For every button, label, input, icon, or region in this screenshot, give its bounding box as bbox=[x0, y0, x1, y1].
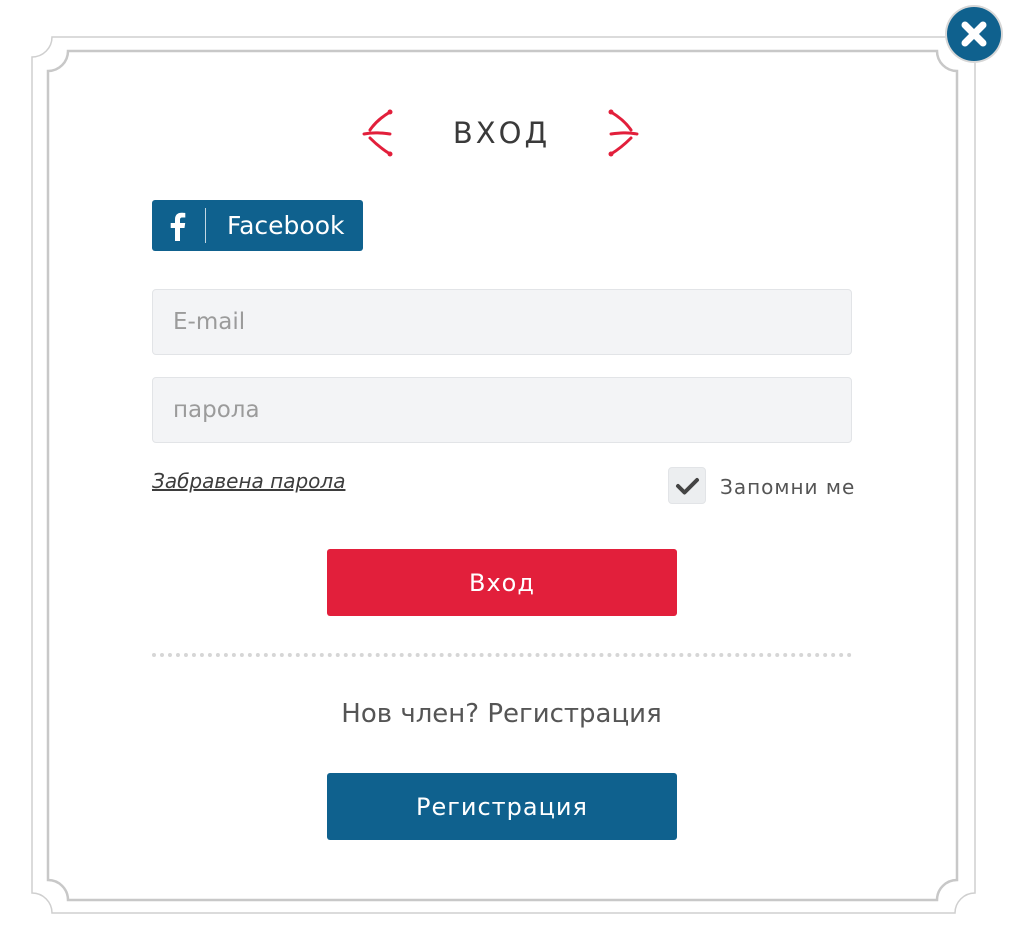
close-button[interactable] bbox=[947, 7, 1001, 61]
email-input[interactable] bbox=[152, 289, 852, 355]
new-member-prompt: Нов член? Регистрация bbox=[341, 699, 662, 729]
facebook-login-button[interactable]: Facebook bbox=[152, 200, 363, 251]
remember-me-label: Запомни ме bbox=[720, 475, 856, 499]
flourish-left-icon bbox=[362, 109, 393, 157]
facebook-label: Facebook bbox=[227, 211, 345, 240]
forgot-password-link[interactable]: Забравена парола bbox=[152, 469, 345, 493]
password-input[interactable] bbox=[152, 377, 852, 443]
facebook-icon bbox=[170, 212, 186, 241]
close-icon bbox=[961, 21, 987, 47]
dialog-title: ВХОД bbox=[452, 116, 551, 150]
login-button[interactable]: Вход bbox=[327, 549, 677, 616]
flourish-right-icon bbox=[608, 109, 639, 157]
title-row: ВХОД bbox=[0, 108, 1003, 160]
remember-me-checkbox[interactable] bbox=[668, 467, 706, 504]
register-button[interactable]: Регистрация bbox=[327, 773, 677, 840]
facebook-divider bbox=[205, 208, 206, 243]
login-dialog: ВХОД Facebook Забравена парола Запомни м… bbox=[0, 0, 1015, 936]
checkmark-icon bbox=[676, 478, 699, 495]
divider bbox=[152, 653, 852, 657]
